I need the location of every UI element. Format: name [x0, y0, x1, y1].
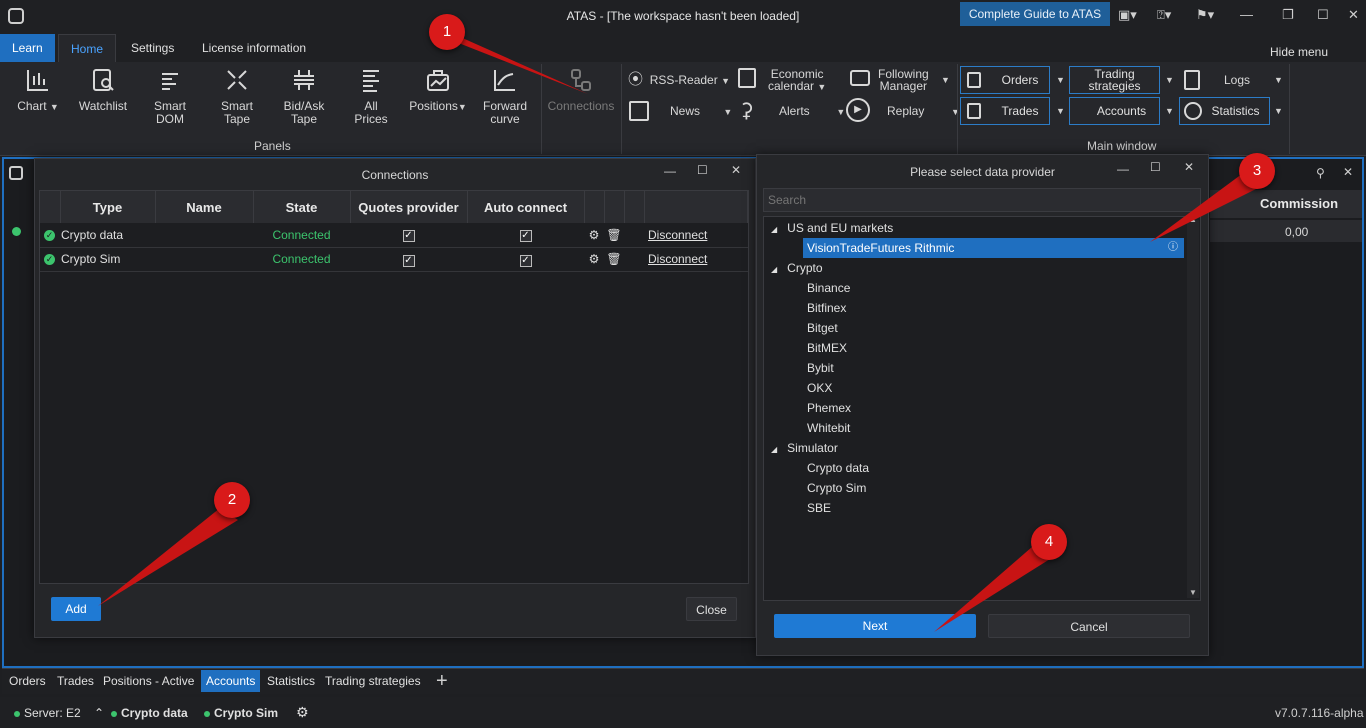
callout-3: 3	[1239, 153, 1275, 189]
callout-2-arrow	[98, 508, 238, 606]
callout-2: 2	[214, 482, 250, 518]
callout-1: 1	[429, 14, 465, 50]
callout-4: 4	[1031, 524, 1067, 560]
callout-arrows	[98, 28, 1266, 632]
